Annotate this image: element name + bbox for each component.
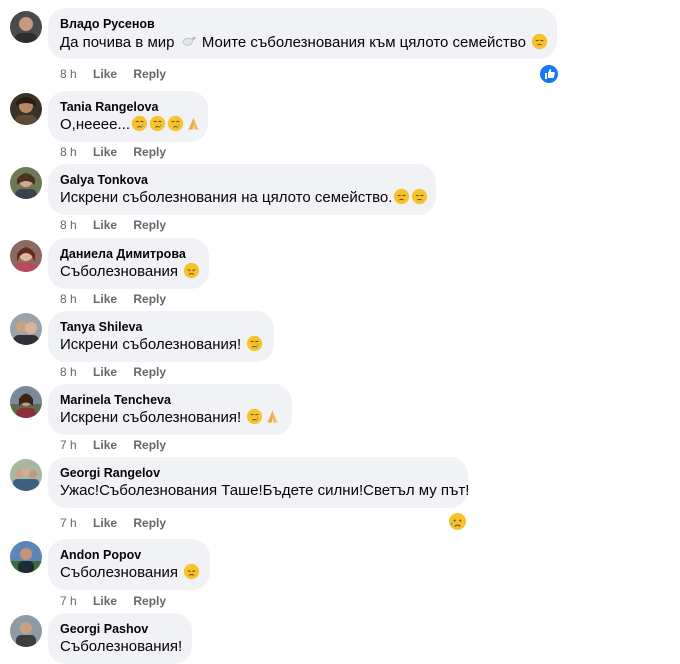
comment-time[interactable]: 8 h <box>60 292 77 306</box>
comment-text-part: Съболезнования <box>60 263 179 280</box>
like-button[interactable]: Like <box>93 67 117 81</box>
comment-time[interactable]: 8 h <box>60 145 77 159</box>
avatar[interactable] <box>10 240 42 272</box>
comment-author[interactable]: Marinela Tencheva <box>60 392 280 408</box>
comment-author[interactable]: Владо Русенов <box>60 16 545 32</box>
comment-text: Съболезнования <box>60 262 197 282</box>
comment-bubble: Tanya Shileva Искрени съболезнования! <box>48 311 274 362</box>
avatar[interactable] <box>10 386 42 418</box>
avatar[interactable] <box>10 167 42 199</box>
like-button[interactable]: Like <box>93 218 117 232</box>
reply-button[interactable]: Reply <box>133 218 166 232</box>
folded-hands-icon <box>264 408 281 425</box>
comment-time[interactable]: 8 h <box>60 67 77 81</box>
comment-text-part: О,нееее... <box>60 116 130 133</box>
pensive-face-icon <box>531 33 548 50</box>
comment-author[interactable]: Даниела Димитрова <box>60 246 197 262</box>
comment-text-part: Моите съболезнования към цялото семейств… <box>201 34 526 51</box>
comment-author[interactable]: Tania Rangelova <box>60 99 196 115</box>
comment-text: Съболезнования <box>60 563 198 583</box>
comment-text-part: Искрени съболезнования на цялото семейст… <box>60 189 393 206</box>
comment-time[interactable]: 8 h <box>60 365 77 379</box>
crying-face-icon <box>246 408 263 425</box>
like-reaction-icon[interactable] <box>538 63 560 85</box>
comment-bubble: Georgi Rangelov Ужас!Съболезнования Таше… <box>48 457 470 508</box>
disappointed-face-icon <box>183 563 200 580</box>
comment-text: Искрени съболезнования на цялото семейст… <box>60 188 424 208</box>
avatar[interactable] <box>10 313 42 345</box>
comment-text-part: Да почива в мир <box>60 34 175 51</box>
comment-bubble: Georgi Pashov Съболезнования! <box>48 613 192 664</box>
crying-face-icon <box>149 115 166 132</box>
reply-button[interactable]: Reply <box>133 438 166 452</box>
comment-text: Искрени съболезнования! <box>60 335 262 355</box>
reply-button[interactable]: Reply <box>133 594 166 608</box>
like-button[interactable]: Like <box>93 516 117 530</box>
dove-icon <box>180 32 198 50</box>
comment-author[interactable]: Galya Tonkova <box>60 172 424 188</box>
comment-time[interactable]: 8 h <box>60 218 77 232</box>
crying-face-icon <box>246 335 263 352</box>
comment-bubble: Владо Русенов Да почива в мир Моите събо… <box>48 8 557 59</box>
reply-button[interactable]: Reply <box>133 516 166 530</box>
comment-time[interactable]: 7 h <box>60 594 77 608</box>
like-button[interactable]: Like <box>93 145 117 159</box>
comment-text-part: Искрени съболезнования! <box>60 409 242 426</box>
comment-text-part: Искрени съболезнования! <box>60 336 242 353</box>
avatar[interactable] <box>10 93 42 125</box>
pensive-face-icon <box>411 188 428 205</box>
comment-bubble: Даниела Димитрова Съболезнования <box>48 238 209 289</box>
comment-actions: 8 h Like Reply <box>60 66 179 82</box>
comment-actions: 7 h Like Reply <box>60 515 179 531</box>
comment-bubble: Andon Popov Съболезнования <box>48 539 210 590</box>
comment-text-part: Съболезнования <box>60 564 179 581</box>
comment-actions: 7 h Like Reply <box>60 437 179 453</box>
pensive-face-icon <box>393 188 410 205</box>
comment-text: Да почива в мир Моите съболезнования към… <box>60 32 545 53</box>
comment-bubble: Marinela Tencheva Искрени съболезнования… <box>48 384 292 435</box>
comment-time[interactable]: 7 h <box>60 516 77 530</box>
crying-face-icon <box>131 115 148 132</box>
like-button[interactable]: Like <box>93 438 117 452</box>
comment-actions: 7 h Like Reply <box>60 593 179 609</box>
comment-text: О,нееее... <box>60 115 196 135</box>
avatar[interactable] <box>10 541 42 573</box>
sad-sweat-face-icon <box>448 512 467 531</box>
comment-actions: 8 h Like Reply <box>60 217 179 233</box>
comment-author[interactable]: Tanya Shileva <box>60 319 262 335</box>
comment-text: Ужас!Съболезнования Таше!Бъдете силни!Св… <box>60 482 470 499</box>
comment-time[interactable]: 7 h <box>60 438 77 452</box>
comment-actions: 8 h Like Reply <box>60 144 179 160</box>
comment-text: Искрени съболезнования! <box>60 408 280 428</box>
comment-author[interactable]: Georgi Rangelov <box>60 465 456 481</box>
like-button[interactable]: Like <box>93 292 117 306</box>
disappointed-face-icon <box>183 262 200 279</box>
comment-author[interactable]: Georgi Pashov <box>60 621 180 637</box>
reply-button[interactable]: Reply <box>133 67 166 81</box>
avatar[interactable] <box>10 11 42 43</box>
crying-face-icon <box>167 115 184 132</box>
comment-actions: 8 h Like Reply <box>60 364 179 380</box>
like-button[interactable]: Like <box>93 594 117 608</box>
comment-text: Съболезнования! <box>60 638 183 655</box>
like-button[interactable]: Like <box>93 365 117 379</box>
comment-actions: 8 h Like Reply <box>60 291 179 307</box>
avatar[interactable] <box>10 459 42 491</box>
avatar[interactable] <box>10 615 42 647</box>
comment-author[interactable]: Andon Popov <box>60 547 198 563</box>
folded-hands-icon <box>185 115 202 132</box>
reply-button[interactable]: Reply <box>133 145 166 159</box>
comment-bubble: Tania Rangelova О,нееее... <box>48 91 208 142</box>
reply-button[interactable]: Reply <box>133 365 166 379</box>
reply-button[interactable]: Reply <box>133 292 166 306</box>
comment-bubble: Galya Tonkova Искрени съболезнования на … <box>48 164 436 215</box>
